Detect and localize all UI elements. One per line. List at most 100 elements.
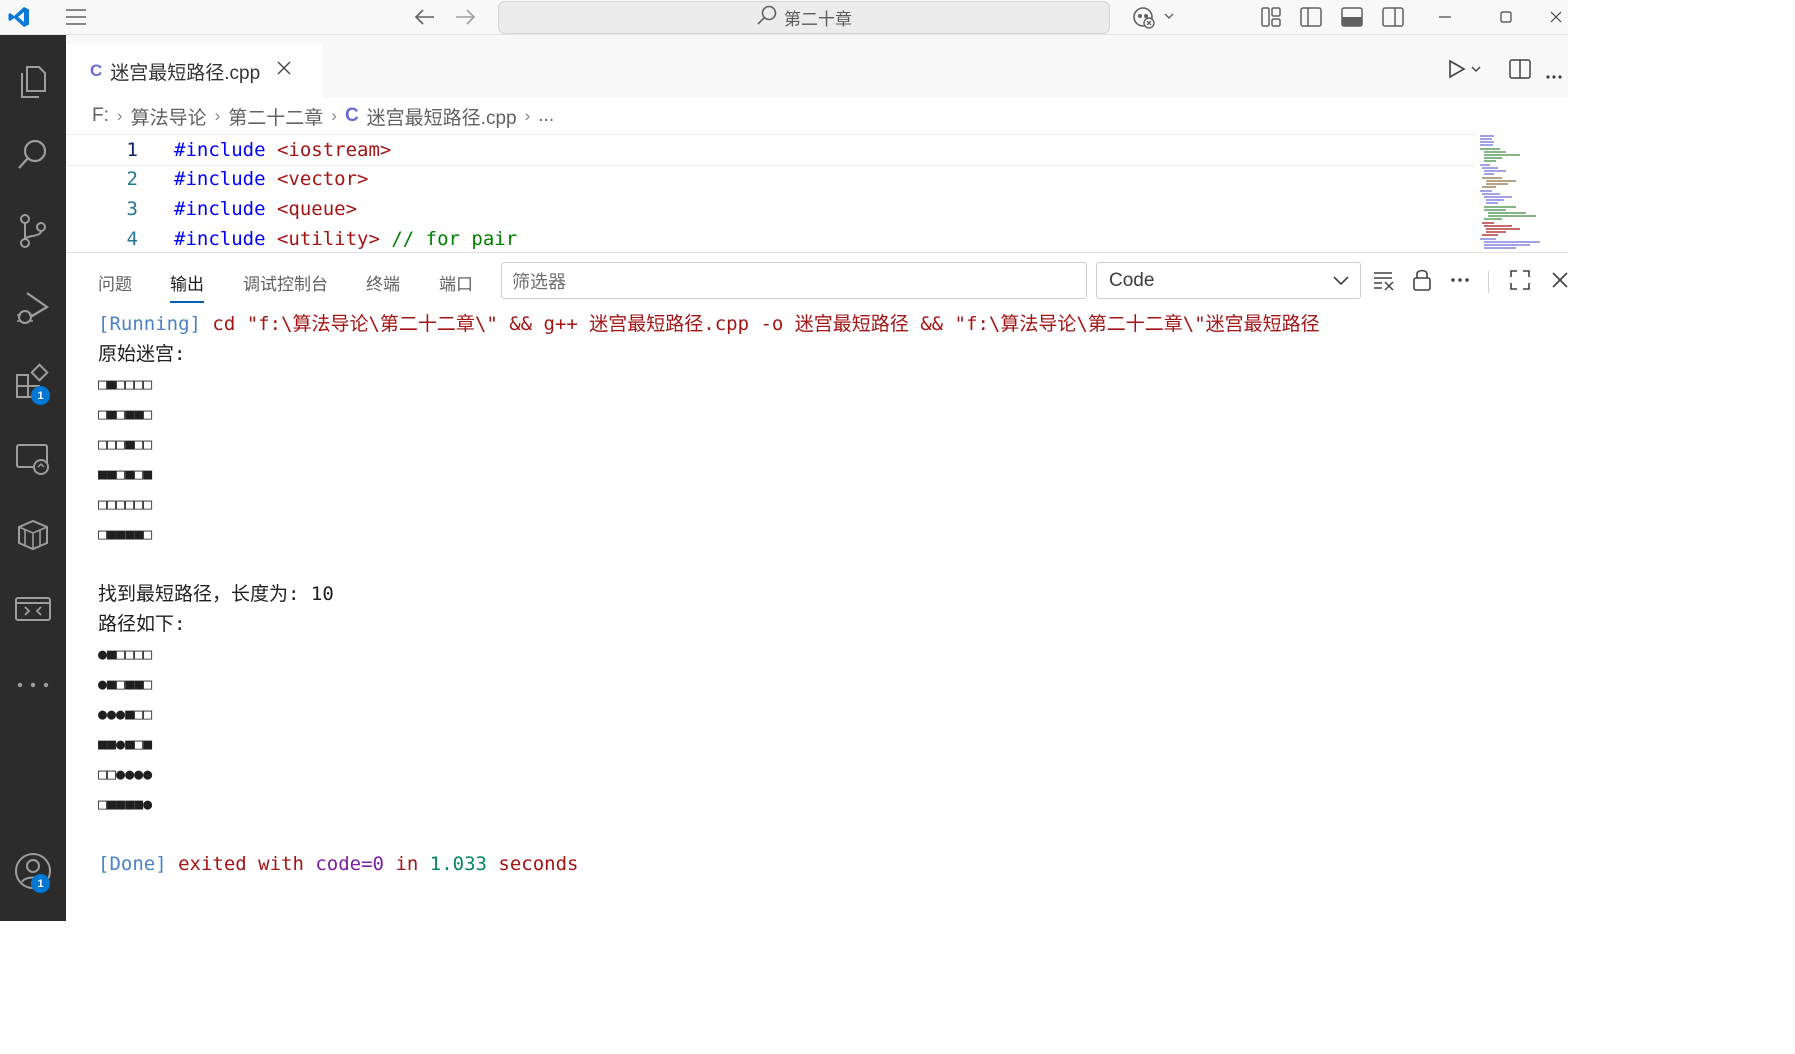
maze-row: ■■□■□■ bbox=[98, 465, 153, 483]
code-line: 1 #include <iostream> bbox=[66, 134, 1476, 166]
customize-layout-icon[interactable] bbox=[1256, 0, 1286, 34]
more-actions-icon[interactable] bbox=[1447, 267, 1473, 293]
title-bar: 第二十章 bbox=[0, 0, 1568, 35]
breadcrumb-more[interactable]: ... bbox=[538, 105, 554, 127]
back-arrow-icon[interactable] bbox=[410, 0, 440, 34]
output-line: 路径如下: bbox=[98, 613, 186, 635]
tab-output[interactable]: 输出 bbox=[170, 270, 204, 303]
run-debug-icon[interactable] bbox=[0, 277, 66, 337]
include-target: <utility> bbox=[265, 228, 380, 250]
chevron-right-icon: › bbox=[331, 106, 337, 125]
line-number: 3 bbox=[126, 198, 138, 220]
split-editor-icon[interactable] bbox=[1509, 58, 1531, 85]
maze-row: □■■■■□ bbox=[98, 525, 153, 543]
output-filter-input[interactable]: 筛选器 bbox=[501, 262, 1087, 299]
remote-explorer-icon[interactable] bbox=[0, 429, 66, 489]
chevron-right-icon: › bbox=[214, 106, 221, 125]
more-actions-icon[interactable] bbox=[1546, 67, 1562, 85]
cpp-file-icon: C bbox=[90, 61, 103, 80]
filter-placeholder: 筛选器 bbox=[512, 271, 566, 292]
accounts-badge: 1 bbox=[31, 874, 50, 893]
code-line: 3 #include <queue> bbox=[66, 194, 1476, 224]
maximize-panel-icon[interactable] bbox=[1507, 267, 1533, 293]
breadcrumb-file[interactable]: 迷宫最短路径.cpp bbox=[367, 103, 517, 130]
breadcrumb: F: › 算法导论 › 第二十二章 › C 迷宫最短路径.cpp › ... bbox=[66, 98, 1568, 134]
output-channel-select[interactable]: Code bbox=[1096, 262, 1361, 299]
chevron-down-icon bbox=[1332, 270, 1350, 292]
done-exited: exited with bbox=[166, 853, 316, 875]
include-target: <queue> bbox=[265, 198, 358, 220]
close-panel-icon[interactable] bbox=[1547, 267, 1573, 293]
output-line: 原始迷宫: bbox=[98, 343, 186, 365]
keyword: #include bbox=[174, 168, 266, 190]
command-center-search[interactable]: 第二十章 bbox=[498, 1, 1110, 34]
running-tag: [Running] bbox=[98, 313, 201, 335]
run-command: cd "f:\算法导论\第二十二章\" && g++ 迷宫最短路径.cpp -o… bbox=[200, 313, 1320, 335]
minimap[interactable] bbox=[1476, 134, 1568, 252]
run-time: 1.033 bbox=[429, 853, 487, 875]
more-views-icon[interactable] bbox=[0, 655, 66, 715]
path-row: ●■□□□□ bbox=[98, 645, 153, 663]
minimize-icon[interactable] bbox=[1430, 0, 1460, 34]
done-seconds: seconds bbox=[486, 853, 579, 875]
path-row: ●●●■□□ bbox=[98, 705, 153, 723]
forward-arrow-icon[interactable] bbox=[450, 0, 480, 34]
code-line: 4 #include <utility> // for pair bbox=[66, 224, 1476, 254]
activity-bar: 1 1 bbox=[0, 35, 66, 921]
output-blank-line bbox=[98, 819, 1558, 849]
bottom-panel: 问题 输出 调试控制台 终端 端口 筛选器 Code [Running] cd … bbox=[66, 252, 1568, 922]
remote-terminal-icon[interactable] bbox=[0, 579, 66, 639]
run-code-icon[interactable] bbox=[1444, 57, 1484, 86]
toggle-primary-sidebar-icon[interactable] bbox=[1296, 0, 1326, 34]
packages-icon[interactable] bbox=[0, 505, 66, 565]
search-icon[interactable] bbox=[0, 125, 66, 185]
tab-terminal[interactable]: 终端 bbox=[366, 270, 400, 295]
accounts-icon[interactable] bbox=[0, 841, 66, 901]
breadcrumb-folder[interactable]: 算法导论 bbox=[131, 103, 207, 130]
source-control-icon[interactable] bbox=[0, 201, 66, 261]
tab-debug-console[interactable]: 调试控制台 bbox=[243, 270, 328, 295]
tab-ports[interactable]: 端口 bbox=[439, 270, 473, 295]
breadcrumb-folder[interactable]: 第二十二章 bbox=[228, 103, 323, 130]
maximize-icon[interactable] bbox=[1491, 0, 1521, 34]
found-text: 找到最短路径，长度为: bbox=[98, 583, 311, 605]
toggle-secondary-sidebar-icon[interactable] bbox=[1378, 0, 1408, 34]
extensions-icon[interactable] bbox=[0, 353, 66, 413]
code-editor[interactable]: 1 #include <iostream> 2 #include <vector… bbox=[66, 134, 1568, 252]
line-number: 4 bbox=[126, 228, 138, 250]
tab-problems[interactable]: 问题 bbox=[98, 270, 132, 295]
copilot-icon[interactable] bbox=[1128, 0, 1178, 34]
keyword: #include bbox=[174, 198, 266, 220]
path-row: □□●●●● bbox=[98, 765, 153, 783]
close-tab-icon[interactable] bbox=[276, 60, 292, 82]
breadcrumb-drive[interactable]: F: bbox=[92, 105, 109, 127]
path-row: ■■●■□■ bbox=[98, 735, 153, 753]
output-line: [Running] cd "f:\算法导论\第二十二章\" && g++ 迷宫最… bbox=[98, 309, 1558, 339]
line-number: 1 bbox=[126, 139, 138, 161]
keyword: #include bbox=[174, 228, 266, 250]
include-target: <vector> bbox=[265, 168, 369, 190]
include-target: <iostream> bbox=[265, 139, 392, 161]
extensions-badge: 1 bbox=[31, 386, 50, 405]
done-tag: [Done] bbox=[98, 853, 167, 875]
path-row: ●■□■■□ bbox=[98, 675, 153, 693]
explorer-icon[interactable] bbox=[0, 51, 66, 111]
search-icon bbox=[756, 4, 778, 31]
done-in: in bbox=[384, 853, 430, 875]
maze-row: □□□■□□ bbox=[98, 435, 153, 453]
tab-file[interactable]: C 迷宫最短路径.cpp bbox=[66, 44, 322, 98]
menu-icon[interactable] bbox=[60, 0, 92, 34]
chevron-right-icon: › bbox=[524, 106, 531, 125]
output-line: [Done] exited with code=0 in 1.033 secon… bbox=[98, 849, 1558, 879]
path-row: □■■■■● bbox=[98, 795, 153, 813]
close-window-icon[interactable] bbox=[1545, 0, 1567, 34]
output-blank-line bbox=[98, 549, 1558, 579]
vscode-logo-icon bbox=[4, 0, 34, 34]
toolbar-divider bbox=[1488, 271, 1489, 293]
clear-output-icon[interactable] bbox=[1371, 267, 1397, 293]
maze-row: □□□□□□ bbox=[98, 495, 153, 513]
output-text: [Running] cd "f:\算法导论\第二十二章\" && g++ 迷宫最… bbox=[98, 309, 1558, 879]
command-center-text: 第二十章 bbox=[784, 10, 852, 29]
lock-scroll-icon[interactable] bbox=[1409, 267, 1435, 293]
toggle-panel-icon[interactable] bbox=[1337, 0, 1367, 34]
